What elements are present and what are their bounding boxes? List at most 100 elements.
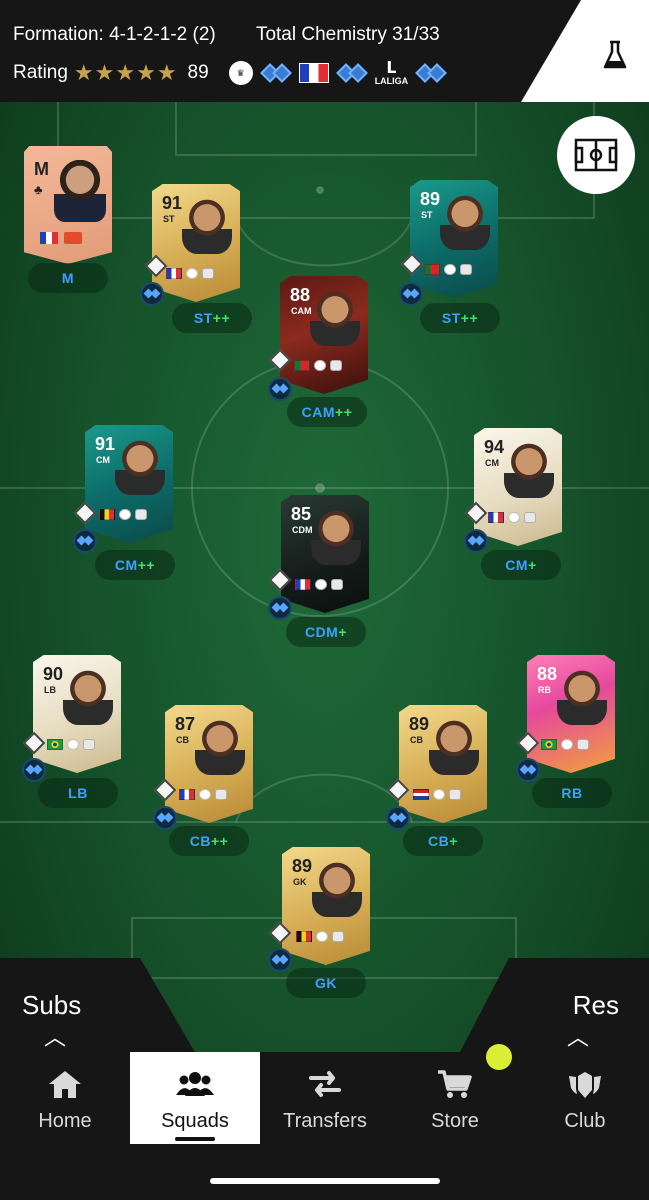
player-role: CB xyxy=(428,833,450,849)
active-indicator xyxy=(175,1137,215,1141)
player-role-plate: CAM ++ xyxy=(287,397,367,427)
chem-diamond-icon xyxy=(335,62,368,84)
chemistry-diamond-icon xyxy=(399,282,423,306)
player-card[interactable]: 94 CM xyxy=(474,428,562,546)
league-icon xyxy=(67,739,79,750)
transfers-icon xyxy=(309,1071,341,1097)
player-rating: 88 xyxy=(537,664,558,684)
league-icon xyxy=(315,579,327,590)
club-icon xyxy=(215,789,227,800)
total-chemistry-label: Total Chemistry 31/33 xyxy=(255,24,440,45)
player-position: CM xyxy=(485,458,499,468)
flask-icon xyxy=(603,40,627,69)
player-role: CDM xyxy=(304,624,339,640)
player-card[interactable]: 91 CM xyxy=(85,425,173,543)
role-plus: + xyxy=(528,557,537,573)
flag-france-icon xyxy=(40,232,58,244)
role-plus: ++ xyxy=(137,557,156,573)
club-icon xyxy=(460,264,472,275)
player-card[interactable]: 89 GK xyxy=(282,847,370,965)
rating-value: 89 xyxy=(187,62,209,83)
league-icon xyxy=(433,789,445,800)
player-card[interactable]: 85 CDM xyxy=(281,495,369,613)
player-position: GK xyxy=(293,877,307,887)
chem-diamond-icon xyxy=(259,62,292,84)
manager-card[interactable]: M ♣ xyxy=(24,146,112,264)
player-position: CB xyxy=(410,735,423,745)
lab-tab[interactable] xyxy=(521,0,649,102)
player-card[interactable]: 89 CB xyxy=(399,705,487,823)
flag-france-icon xyxy=(298,63,329,83)
nav-squads[interactable]: Squads xyxy=(130,1052,260,1144)
chemistry-diamond-icon xyxy=(73,529,97,553)
chemistry-diamond-icon xyxy=(386,806,410,830)
player-card[interactable]: 90 LB xyxy=(33,655,121,773)
league-icon xyxy=(199,789,211,800)
formation-label[interactable]: Formation: 4-1-2-1-2 (2) xyxy=(13,24,216,45)
player-portrait xyxy=(115,439,165,495)
subs-label: Subs xyxy=(22,990,82,1020)
player-portrait xyxy=(312,861,362,917)
chemistry-diamond-icon xyxy=(516,758,540,782)
league-icon xyxy=(186,268,198,279)
player-card[interactable]: 88 CAM xyxy=(280,276,368,394)
nav-home[interactable]: Home xyxy=(0,1052,130,1144)
flag-brazil-icon xyxy=(47,739,63,750)
bench-bar: ︿ Subs Res ︿ xyxy=(0,958,649,1054)
player-role-plate: CM ++ xyxy=(95,550,175,580)
club-icon xyxy=(577,739,589,750)
league-icon xyxy=(119,509,131,520)
flag-belgium-icon xyxy=(296,931,312,942)
nav-club[interactable]: Club xyxy=(520,1052,649,1144)
chemistry-diamond-icon xyxy=(268,596,292,620)
player-position: RB xyxy=(538,685,551,695)
laliga-icon: ᒪ LALIGA xyxy=(374,59,409,86)
nav-transfers[interactable]: Transfers xyxy=(260,1052,390,1144)
club-icon xyxy=(83,739,95,750)
league-icon xyxy=(316,931,328,942)
reserves-button[interactable]: Res ︿ xyxy=(459,958,649,1054)
flag-belgium-icon xyxy=(99,509,115,520)
player-portrait xyxy=(195,719,245,775)
player-rating: 89 xyxy=(420,189,441,209)
player-card[interactable]: 89 ST xyxy=(410,180,498,298)
player-role-plate: ST ++ xyxy=(420,303,500,333)
player-portrait xyxy=(557,669,607,725)
player-role: ST xyxy=(193,310,213,326)
squads-icon xyxy=(176,1072,214,1096)
player-rating: 89 xyxy=(292,856,313,876)
player-role: RB xyxy=(561,785,583,801)
role-plus: ++ xyxy=(335,404,353,420)
player-card[interactable]: 91 ST xyxy=(152,184,240,302)
flag-france-icon xyxy=(166,268,182,279)
player-role-plate: CM + xyxy=(481,550,561,580)
club-suit-icon: ♣ xyxy=(34,182,43,197)
subs-button[interactable]: ︿ Subs xyxy=(0,958,196,1054)
player-card[interactable]: 87 CB xyxy=(165,705,253,823)
chem-diamond-icon xyxy=(415,62,448,84)
club-icon xyxy=(524,512,536,523)
chemistry-diamond-icon xyxy=(140,282,164,306)
chemistry-links: ♛ ᒪ LALIGA xyxy=(228,59,448,86)
player-role-plate: CB ++ xyxy=(169,826,249,856)
rating-label: Rating xyxy=(13,62,68,83)
player-portrait xyxy=(429,719,479,775)
player-role: CM xyxy=(114,557,138,573)
flag-france-icon xyxy=(295,579,311,590)
player-role-plate: ST ++ xyxy=(172,303,252,333)
player-card[interactable]: 88 RB xyxy=(527,655,615,773)
club-icon xyxy=(569,1072,601,1098)
player-position: CAM xyxy=(291,306,312,316)
club-icon xyxy=(332,931,344,942)
league-icon xyxy=(314,360,326,371)
player-position: ST xyxy=(421,210,433,220)
formation-view-button[interactable] xyxy=(557,116,635,194)
chemistry-diamond-icon xyxy=(22,758,46,782)
club-icon xyxy=(330,360,342,371)
store-notification-dot xyxy=(486,1044,512,1070)
chemistry-diamond-icon xyxy=(153,806,177,830)
player-portrait xyxy=(63,669,113,725)
pitch-icon xyxy=(574,138,618,172)
flag-brazil-icon xyxy=(541,739,557,750)
player-position: CDM xyxy=(292,525,313,535)
